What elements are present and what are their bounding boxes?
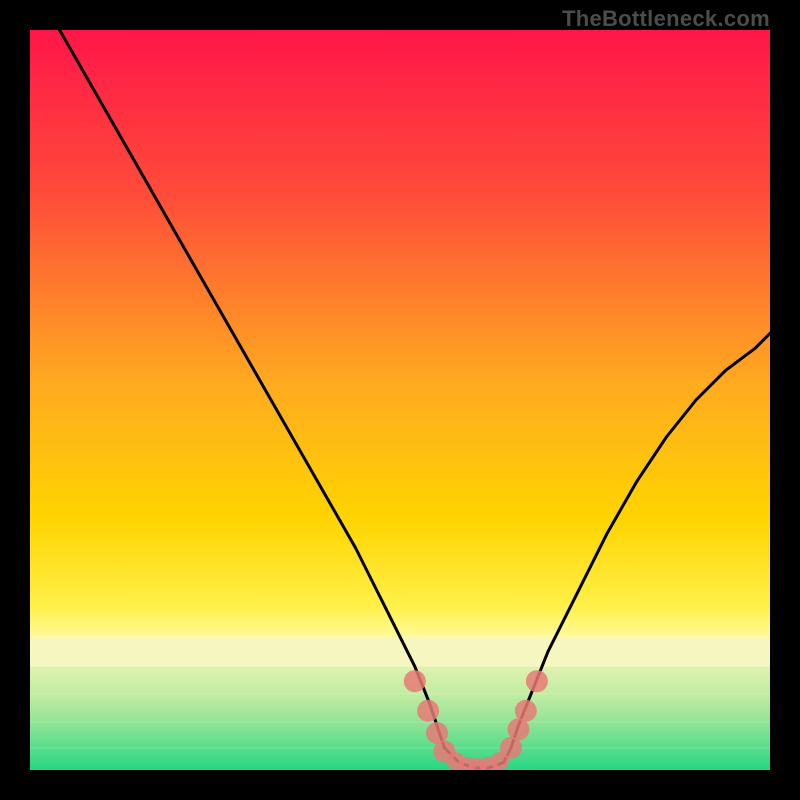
- chart-frame: TheBottleneck.com: [0, 0, 800, 800]
- marker-dot: [417, 700, 439, 722]
- chart-svg: [30, 30, 770, 770]
- marker-dot: [404, 670, 426, 692]
- marker-dot: [515, 700, 537, 722]
- watermark-text: TheBottleneck.com: [562, 6, 770, 32]
- gradient-background: [30, 30, 770, 770]
- plot-area: [30, 30, 770, 770]
- marker-dot: [526, 670, 548, 692]
